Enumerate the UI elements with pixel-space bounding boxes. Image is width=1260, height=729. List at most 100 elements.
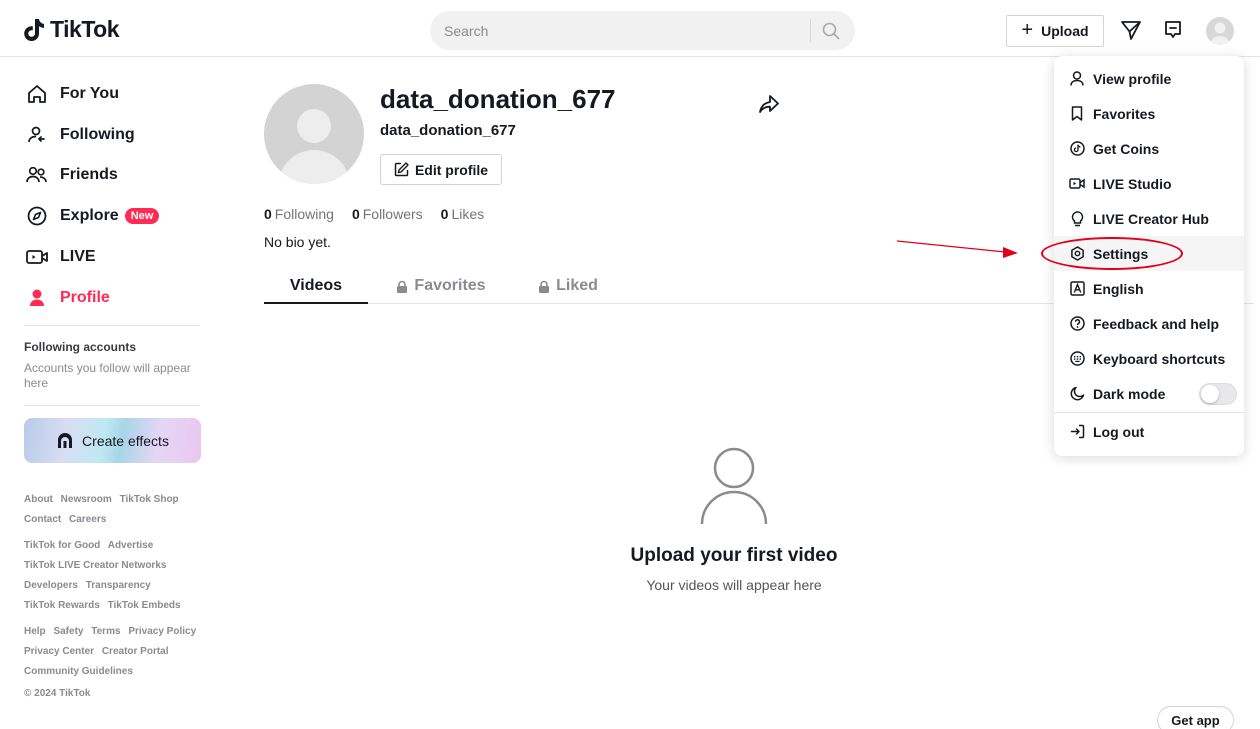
edit-profile-label: Edit profile — [414, 161, 489, 178]
footer-link[interactable]: Community Guidelines — [24, 666, 133, 677]
nav-explore[interactable]: Explore New — [26, 201, 160, 231]
footer-link[interactable]: TikTok Rewards — [24, 600, 100, 611]
nav-label: For You — [60, 85, 119, 102]
dark-mode-toggle[interactable] — [1199, 383, 1237, 405]
footer-links: About Newsroom TikTok Shop Contact Caree… — [24, 490, 210, 688]
footer-link[interactable]: About — [24, 494, 53, 505]
moon-icon — [1069, 386, 1085, 402]
empty-user-icon — [700, 447, 768, 525]
footer-link[interactable]: Developers — [24, 580, 78, 591]
footer-link[interactable]: Safety — [53, 626, 83, 637]
menu-label: LIVE Studio — [1093, 175, 1172, 192]
toggle-knob — [1201, 385, 1219, 403]
footer-link[interactable]: Careers — [69, 514, 106, 525]
share-icon — [759, 95, 779, 113]
logo-text: TikTok — [50, 16, 120, 42]
effect-house-icon — [58, 432, 73, 448]
footer-group: About Newsroom TikTok Shop Contact Caree… — [24, 490, 210, 530]
tab-liked[interactable]: Liked — [528, 268, 608, 304]
profile-nickname: data_donation_677 — [380, 122, 516, 139]
footer-link[interactable]: TikTok Embeds — [108, 600, 181, 611]
get-app-button[interactable]: Get app — [1157, 706, 1234, 729]
footer-link[interactable]: Privacy Center — [24, 646, 94, 657]
profile-avatar[interactable] — [264, 84, 364, 184]
inbox-icon — [1165, 21, 1181, 38]
send-icon — [1121, 21, 1141, 40]
active-tab-indicator — [264, 302, 368, 304]
menu-label: English — [1093, 280, 1144, 297]
menu-label: Keyboard shortcuts — [1093, 350, 1226, 367]
menu-label: Dark mode — [1093, 385, 1166, 402]
inbox-button[interactable] — [1160, 17, 1186, 43]
share-profile-button[interactable] — [757, 92, 781, 116]
empty-state-title: Upload your first video — [630, 545, 838, 566]
edit-icon — [394, 162, 409, 177]
tab-label: Favorites — [414, 277, 486, 294]
footer-link[interactable]: Transparency — [86, 580, 151, 591]
nav-label: Explore — [60, 207, 119, 224]
menu-feedback-help[interactable]: Feedback and help — [1054, 306, 1244, 341]
footer-link[interactable]: Terms — [91, 626, 120, 637]
logout-icon — [1069, 424, 1085, 440]
profile-username: data_donation_677 — [380, 84, 616, 114]
nav-friends[interactable]: Friends — [26, 160, 118, 190]
search-divider — [810, 19, 811, 42]
nav-profile[interactable]: Profile — [26, 283, 110, 313]
lightbulb-icon — [1069, 210, 1085, 227]
menu-live-studio[interactable]: LIVE Studio — [1054, 166, 1244, 201]
lock-icon — [397, 280, 408, 293]
tiktok-logo[interactable]: TikTok — [24, 16, 120, 43]
search-bar — [430, 11, 855, 50]
tab-videos[interactable]: Videos — [264, 268, 368, 304]
menu-get-coins[interactable]: Get Coins — [1054, 131, 1244, 166]
tab-label: Liked — [556, 277, 598, 294]
tab-favorites[interactable]: Favorites — [382, 268, 500, 304]
language-icon — [1069, 281, 1085, 297]
search-icon — [822, 22, 840, 40]
search-input[interactable] — [444, 11, 804, 50]
stat-following[interactable]: 0 Following — [264, 206, 334, 222]
menu-label: LIVE Creator Hub — [1093, 210, 1209, 227]
profile-bio: No bio yet. — [264, 234, 331, 250]
menu-log-out[interactable]: Log out — [1054, 414, 1244, 449]
stat-followers[interactable]: 0 Followers — [352, 206, 423, 222]
footer-link[interactable]: TikTok Shop — [120, 494, 179, 505]
footer-link[interactable]: Help — [24, 626, 46, 637]
create-effects-button[interactable]: Create effects — [24, 418, 201, 463]
nav-label: Profile — [60, 289, 110, 306]
nav-for-you[interactable]: For You — [26, 79, 119, 109]
menu-divider — [1054, 412, 1244, 413]
live-icon — [26, 246, 48, 268]
upload-button[interactable]: + Upload — [1006, 15, 1104, 47]
footer-link[interactable]: Advertise — [108, 540, 154, 551]
footer-group: Help Safety Terms Privacy Policy Privacy… — [24, 622, 210, 682]
footer-link[interactable]: Privacy Policy — [128, 626, 196, 637]
menu-keyboard-shortcuts[interactable]: Keyboard shortcuts — [1054, 341, 1244, 376]
home-icon — [26, 83, 48, 105]
default-avatar-icon — [1210, 22, 1230, 45]
keyboard-icon — [1069, 351, 1085, 367]
stat-likes: 0 Likes — [440, 206, 485, 222]
copyright: © 2024 TikTok — [24, 688, 91, 699]
menu-view-profile[interactable]: View profile — [1054, 61, 1244, 96]
profile-avatar-button[interactable] — [1206, 17, 1234, 45]
footer-link[interactable]: TikTok for Good — [24, 540, 100, 551]
nav-following[interactable]: Following — [26, 120, 135, 150]
new-badge: New — [124, 208, 160, 224]
menu-label: Get Coins — [1093, 140, 1160, 157]
footer-link[interactable]: Contact — [24, 514, 61, 525]
coin-icon — [1069, 141, 1085, 157]
menu-favorites[interactable]: Favorites — [1054, 96, 1244, 131]
annotation-arrow — [897, 240, 1018, 258]
nav-live[interactable]: LIVE — [26, 242, 96, 272]
search-button[interactable] — [818, 18, 844, 44]
tab-label: Videos — [289, 277, 343, 294]
footer-link[interactable]: TikTok LIVE Creator Networks — [24, 560, 166, 571]
edit-profile-button[interactable]: Edit profile — [380, 154, 502, 185]
messages-button[interactable] — [1118, 17, 1144, 43]
default-avatar-icon — [278, 109, 350, 184]
menu-language[interactable]: English — [1054, 271, 1244, 306]
footer-link[interactable]: Newsroom — [61, 494, 112, 505]
footer-link[interactable]: Creator Portal — [102, 646, 169, 657]
menu-live-creator-hub[interactable]: LIVE Creator Hub — [1054, 201, 1244, 236]
